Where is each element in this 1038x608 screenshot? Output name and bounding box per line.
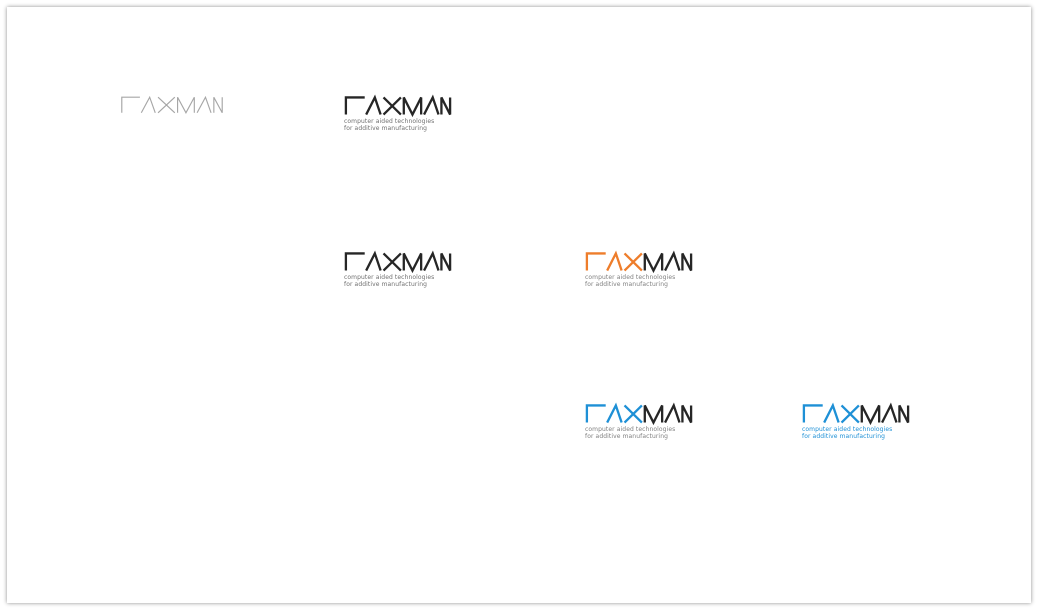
caxman-wordmark-grey (119, 95, 225, 115)
caxman-logo-blue-tagline: computer aided technologies for additive … (801, 403, 911, 440)
caxman-logotype (119, 95, 225, 115)
caxman-logo-black-variant: computer aided technologies for additive … (343, 251, 453, 288)
logotype-cax-part (587, 405, 642, 422)
caxman-logotype (584, 403, 694, 425)
tagline-line: for additive manufacturing (585, 280, 669, 288)
tagline-line: for additive manufacturing (344, 124, 428, 132)
logo-tagline: computer aided technologies for additive … (802, 426, 911, 440)
logotype-man-part (645, 253, 691, 270)
caxman-logo-black: computer aided technologies for additive … (343, 95, 453, 132)
logotype-cax-part (587, 253, 642, 270)
caxman-logotype (584, 251, 694, 273)
logotype-man-part (404, 97, 450, 114)
logotype-man-part (645, 405, 691, 422)
logo-tagline: computer aided technologies for additive … (585, 274, 694, 288)
logotype-cax-part (804, 405, 859, 422)
logotype-cax-part (346, 97, 401, 114)
logo-tagline: computer aided technologies for additive … (585, 426, 694, 440)
tagline-line: for additive manufacturing (344, 280, 428, 288)
caxman-logotype (343, 95, 453, 117)
logo-tagline: computer aided technologies for additive … (344, 118, 453, 132)
caxman-logo-blue: computer aided technologies for additive … (584, 403, 694, 440)
caxman-logotype (801, 403, 911, 425)
caxman-logotype (343, 251, 453, 273)
tagline-line: for additive manufacturing (585, 432, 669, 440)
tagline-line: for additive manufacturing (802, 432, 886, 440)
logotype-man-part (862, 405, 908, 422)
slide-canvas: computer aided technologies for additive … (7, 7, 1031, 603)
logotype-man-part (178, 97, 223, 113)
logotype-cax-part (122, 97, 175, 113)
logo-tagline: computer aided technologies for additive … (344, 274, 453, 288)
caxman-logo-orange: computer aided technologies for additive … (584, 251, 694, 288)
logotype-cax-part (346, 253, 401, 270)
logotype-man-part (404, 253, 450, 270)
